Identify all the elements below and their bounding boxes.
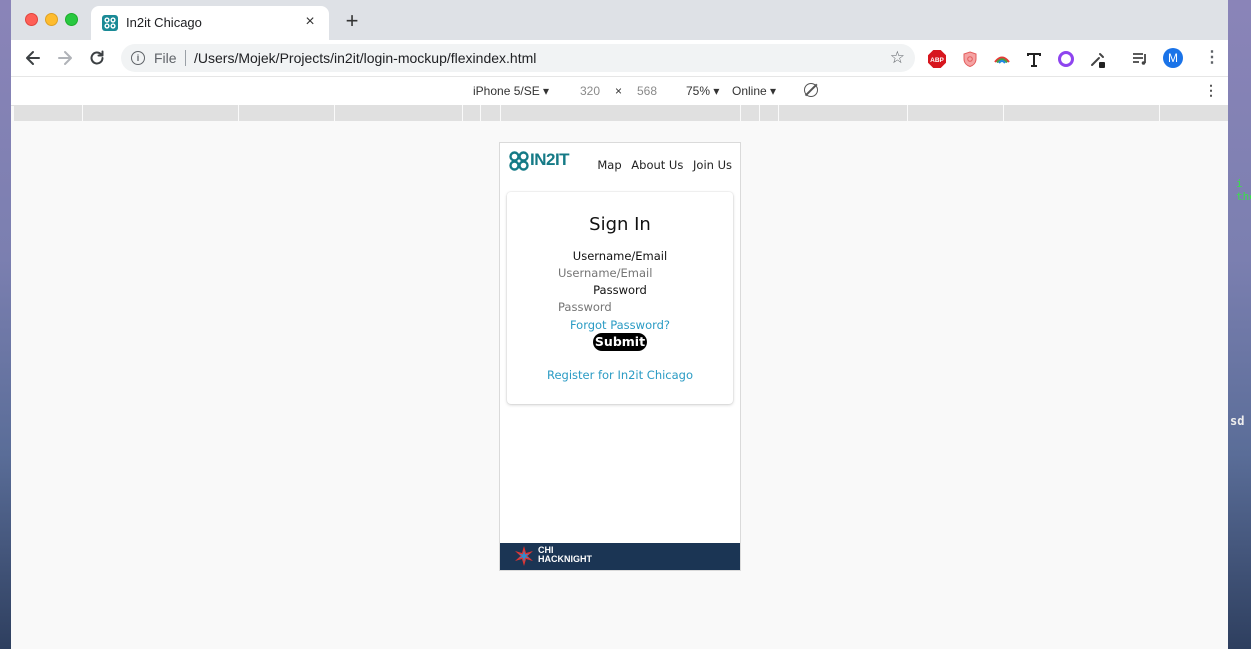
background-desktop-text: sd xyxy=(1230,414,1245,428)
back-arrow-icon[interactable] xyxy=(23,48,43,68)
dimension-times: × xyxy=(615,84,623,98)
adblock-plus-icon[interactable]: ABP xyxy=(928,50,946,68)
signin-title: Sign In xyxy=(589,214,651,235)
tab-title: In2it Chicago xyxy=(126,15,202,30)
browser-window: In2it Chicago × + i File /Users/Mojek/Pr… xyxy=(11,0,1228,649)
media-query-bar[interactable] xyxy=(14,105,1228,121)
site-nav: Map About Us Join Us xyxy=(591,158,732,172)
ruler-tick xyxy=(1159,105,1160,121)
minimize-window-button[interactable] xyxy=(45,13,58,26)
chicago-star-icon xyxy=(515,546,533,566)
site-logo[interactable]: IN2IT xyxy=(509,150,581,171)
chi-hacknight-logo[interactable]: CHI HACKNIGHT xyxy=(538,546,592,564)
nav-item-about-us[interactable]: About Us xyxy=(631,158,683,172)
in2it-favicon-icon xyxy=(102,15,118,31)
ruler-tick xyxy=(778,105,779,121)
emulated-viewport: IN2IT Map About Us Join Us Sign In Usern… xyxy=(500,143,740,570)
submit-button[interactable]: Submit xyxy=(593,333,647,351)
ruler-tick xyxy=(740,105,741,121)
new-tab-button[interactable]: + xyxy=(341,10,363,32)
signin-card: Sign In Username/Email Password Forgot P… xyxy=(507,192,733,404)
username-input[interactable] xyxy=(558,266,683,280)
forgot-password-link[interactable]: Forgot Password? xyxy=(507,318,733,332)
tab-in2it-chicago[interactable]: In2it Chicago × xyxy=(91,6,329,40)
rotate-icon[interactable] xyxy=(804,83,818,97)
ruler-tick xyxy=(500,105,501,121)
device-toolbar: iPhone 5/SE ▾ 320 × 568 75% ▾ Online ▾ ⋮ xyxy=(11,76,1228,106)
password-label: Password xyxy=(593,283,647,297)
ruler-tick xyxy=(759,105,760,121)
register-link[interactable]: Register for In2it Chicago xyxy=(507,368,733,382)
ruler-tick xyxy=(480,105,481,121)
in2it-logo-icon xyxy=(509,151,529,171)
shield-extension-icon[interactable] xyxy=(961,50,979,68)
background-terminal-text: i the xyxy=(1236,177,1251,203)
ruler-tick xyxy=(334,105,335,121)
eyedropper-extension-icon[interactable] xyxy=(1089,50,1107,68)
rainbow-extension-icon[interactable] xyxy=(993,50,1011,68)
close-window-button[interactable] xyxy=(25,13,38,26)
address-scheme-label: File xyxy=(154,50,177,66)
ruler-tick xyxy=(462,105,463,121)
device-toolbar-menu-icon[interactable]: ⋮ xyxy=(1204,82,1218,99)
ring-extension-icon[interactable] xyxy=(1057,50,1075,68)
device-select[interactable]: iPhone 5/SE ▾ xyxy=(473,84,549,98)
maximize-window-button[interactable] xyxy=(65,13,78,26)
abp-label: ABP xyxy=(930,57,944,64)
zoom-value: 75% xyxy=(686,84,711,98)
nav-item-join-us[interactable]: Join Us xyxy=(693,158,732,172)
nav-item-map[interactable]: Map xyxy=(597,158,621,172)
ruler-tick xyxy=(907,105,908,121)
page-footer: CHI HACKNIGHT xyxy=(500,543,740,570)
text-format-extension-icon[interactable] xyxy=(1025,50,1043,68)
site-info-icon[interactable]: i xyxy=(131,51,145,65)
browser-toolbar: i File /Users/Mojek/Projects/in2it/login… xyxy=(11,40,1228,76)
bookmark-star-icon[interactable]: ☆ xyxy=(890,48,905,68)
network-throttle-select[interactable]: Online ▾ xyxy=(732,84,776,98)
ruler-tick xyxy=(82,105,83,121)
reload-icon[interactable] xyxy=(87,48,107,68)
device-name: iPhone 5/SE xyxy=(473,84,540,98)
viewport-height-input[interactable]: 568 xyxy=(637,84,657,98)
browser-menu-icon[interactable]: ⋮ xyxy=(1204,49,1220,67)
viewport-width-input[interactable]: 320 xyxy=(580,84,600,98)
forward-arrow-icon[interactable] xyxy=(55,48,75,68)
zoom-select[interactable]: 75% ▾ xyxy=(686,84,719,98)
address-bar[interactable]: i File /Users/Mojek/Projects/in2it/login… xyxy=(121,44,915,72)
username-label: Username/Email xyxy=(572,249,668,263)
tab-close-icon[interactable]: × xyxy=(301,13,319,31)
tab-strip: In2it Chicago × + xyxy=(11,0,1228,40)
url-text[interactable]: /Users/Mojek/Projects/in2it/login-mockup… xyxy=(194,50,536,66)
profile-avatar[interactable]: M xyxy=(1163,48,1183,68)
footer-line2: HACKNIGHT xyxy=(538,554,592,564)
address-separator xyxy=(185,50,186,66)
password-input[interactable] xyxy=(558,300,683,314)
ruler-tick xyxy=(1003,105,1004,121)
network-value: Online xyxy=(732,84,767,98)
ruler-tick xyxy=(238,105,239,121)
logo-text: IN2IT xyxy=(530,150,570,169)
media-playlist-icon[interactable] xyxy=(1131,50,1149,68)
